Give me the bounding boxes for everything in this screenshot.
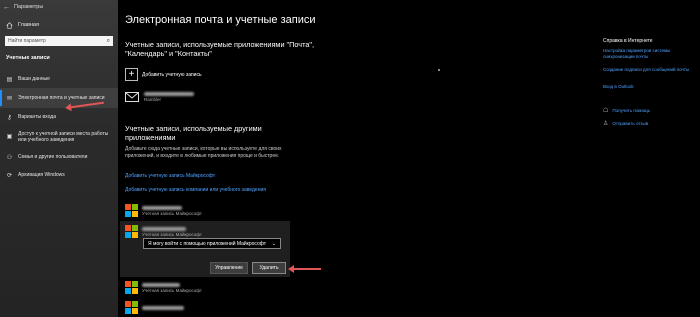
plus-icon: + <box>125 68 138 81</box>
add-microsoft-account-link[interactable]: Добавить учетную запись Майкрософт <box>125 173 215 179</box>
other-apps-section-title: Учетные записи, используемые другими при… <box>125 124 262 142</box>
home-label: Главная <box>18 22 39 28</box>
manage-button[interactable]: Управление <box>210 262 248 274</box>
sidebar-item-backup[interactable]: ⟳ Архивация Windows <box>0 166 118 184</box>
microsoft-logo-icon <box>125 204 138 217</box>
account-type: Учетная запись Майкрософт <box>142 231 202 237</box>
sync-icon: ⟳ <box>6 172 13 179</box>
sidebar-section-title: Учетные записи <box>6 55 50 61</box>
sidebar-item-label: Электронная почта и учетные записи <box>18 95 105 101</box>
redacted-email <box>142 226 186 231</box>
signin-option-dropdown[interactable]: Я могу войти с помощью приложений Майкро… <box>143 238 281 249</box>
sidebar-item-family[interactable]: ⚇ Семья и другие пользователи <box>0 148 118 166</box>
delete-button[interactable]: Удалить <box>252 262 286 274</box>
get-help-link[interactable]: ☖ Получить помощь <box>603 107 650 114</box>
page-title: Электронная почта и учетные записи <box>125 14 316 26</box>
briefcase-icon: ▣ <box>6 134 13 140</box>
home-icon <box>6 21 13 29</box>
feedback-link[interactable]: ♙ Отправить отзыв <box>603 120 648 127</box>
mail-account-item[interactable]: Rambler <box>125 92 194 102</box>
window-title: Параметры <box>14 4 44 10</box>
redacted-email <box>144 92 194 96</box>
dropdown-selected-value: Я могу войти с помощью приложений Майкро… <box>148 240 267 247</box>
sidebar-item-label: Архивация Windows <box>18 172 65 178</box>
title-bar: ← Параметры <box>0 0 118 14</box>
account-text: Учетная запись Майкрософт <box>142 205 202 216</box>
add-account-button[interactable]: + Добавить учетную запись <box>125 68 202 81</box>
online-help-title: Справка в Интернете <box>603 38 653 44</box>
key-icon: ⚷ <box>7 114 12 121</box>
sidebar-item-label: Семья и другие пользователи <box>18 154 88 160</box>
microsoft-logo-icon <box>125 281 138 294</box>
account-type: Учетная запись Майкрософт <box>142 287 202 293</box>
sidebar-item-email-accounts[interactable]: ✉ Электронная почта и учетные записи <box>0 88 118 108</box>
redacted-email <box>142 305 184 310</box>
help-link-sync[interactable]: Настройка параметров системы синхронизац… <box>603 48 695 60</box>
ms-account-item[interactable] <box>125 301 184 314</box>
account-provider: Rambler <box>144 97 162 102</box>
help-chat-icon: ☖ <box>603 108 609 114</box>
microsoft-logo-icon <box>125 225 138 238</box>
mail-icon: ✉ <box>6 95 13 102</box>
sidebar-item-work-access[interactable]: ▣ Доступ к учетной записи места работы и… <box>0 126 118 148</box>
sidebar-item-label: Ваши данные <box>18 76 50 82</box>
back-arrow-icon[interactable]: ← <box>3 4 10 11</box>
ms-account-item[interactable]: Учетная запись Майкрософт <box>125 204 202 217</box>
feedback-icon: ♙ <box>603 121 609 127</box>
apps-section-title: Учетные записи, используемые приложениям… <box>125 40 315 58</box>
ms-account-item-selected[interactable]: Учетная запись Майкрософт <box>125 225 202 238</box>
account-text <box>142 305 184 310</box>
search-input[interactable] <box>8 38 98 44</box>
envelope-icon <box>125 92 139 102</box>
other-apps-description: Добавьте сюда учетные записи, которые вы… <box>125 146 282 159</box>
sidebar-item-your-info[interactable]: ▤ Ваши данные <box>0 70 118 88</box>
microsoft-logo-icon <box>125 301 138 314</box>
sidebar-item-sign-in-options[interactable]: ⚷ Варианты входа <box>0 108 118 126</box>
feedback-label: Отправить отзыв <box>612 121 649 126</box>
redacted-email <box>142 282 180 287</box>
account-text: Учетная запись Майкрософт <box>142 226 202 237</box>
chevron-down-icon: ⌄ <box>271 240 276 247</box>
sidebar: ← Параметры Главная ⌕ Учетные записи ▤ В… <box>0 0 118 317</box>
decorative-dot <box>438 69 440 71</box>
search-box[interactable]: ⌕ <box>5 36 113 46</box>
add-work-account-link[interactable]: Добавить учетную запись компании или уче… <box>125 187 266 193</box>
add-account-label: Добавить учетную запись <box>142 71 202 78</box>
annotation-arrow <box>288 265 321 273</box>
search-icon[interactable]: ⌕ <box>107 38 110 45</box>
redacted-email <box>142 205 182 210</box>
home-nav-item[interactable]: Главная <box>0 14 118 30</box>
help-link-outlook[interactable]: Вход в Outlook <box>603 84 695 90</box>
person-card-icon: ▤ <box>6 76 13 83</box>
account-type: Учетная запись Майкрософт <box>142 210 202 216</box>
get-help-label: Получить помощь <box>612 108 651 113</box>
help-link-signature[interactable]: Создание подписи для сообщений почты <box>603 67 695 73</box>
account-text: Учетная запись Майкрософт <box>142 282 202 293</box>
ms-account-item[interactable]: Учетная запись Майкрософт <box>125 281 202 294</box>
people-icon: ⚇ <box>6 154 13 161</box>
sidebar-item-label: Доступ к учетной записи места работы или… <box>18 131 109 143</box>
account-text: Rambler <box>144 92 194 102</box>
sidebar-item-label: Варианты входа <box>18 114 56 120</box>
